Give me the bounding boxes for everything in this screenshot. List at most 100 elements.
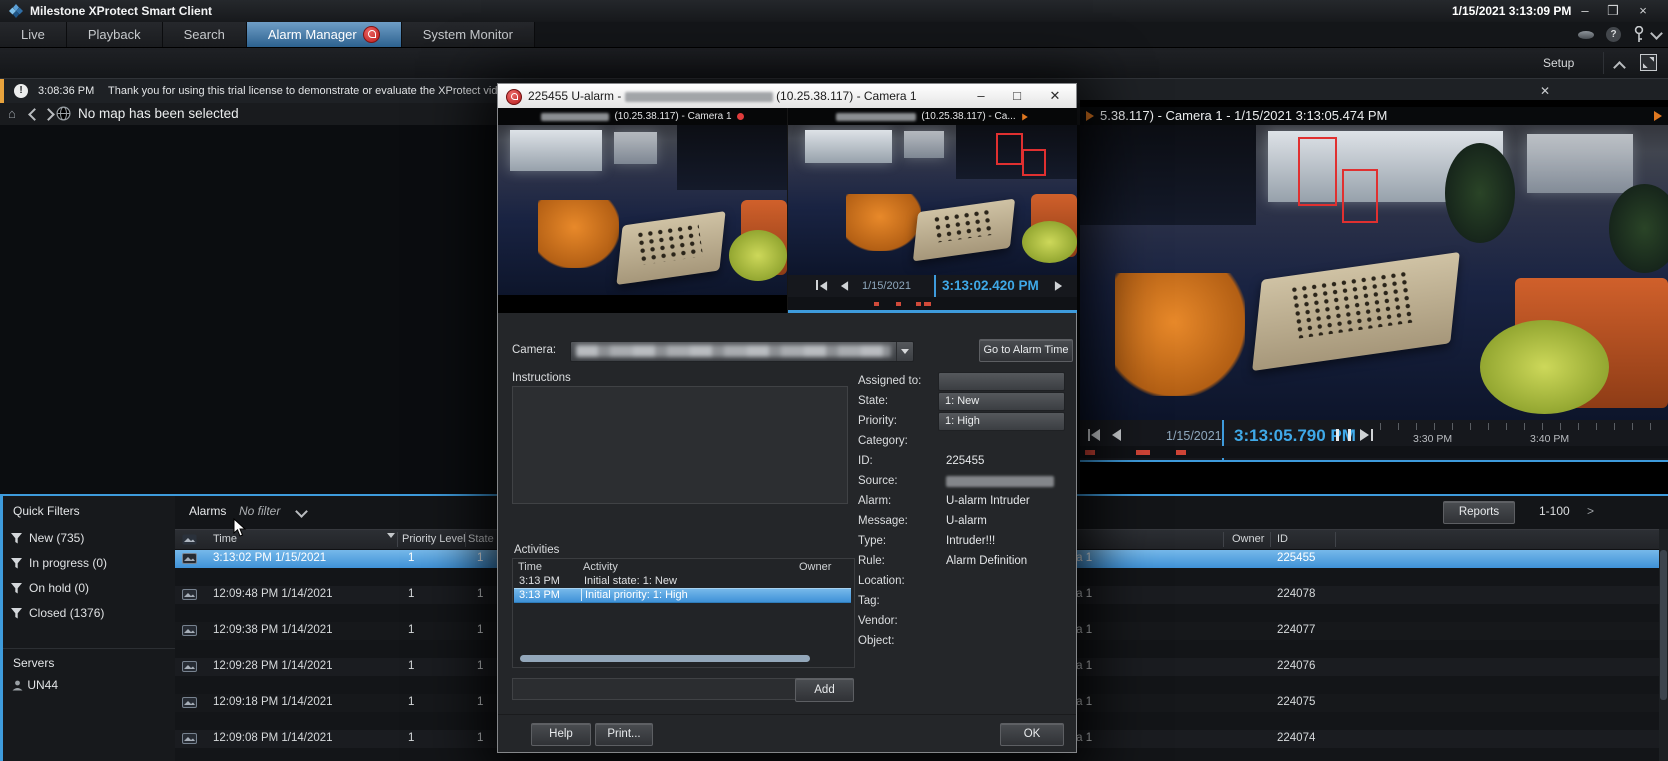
field-select[interactable]	[938, 372, 1065, 391]
dialog-titlebar[interactable]: 225455 U-alarm - (10.25.38.117) - Camera…	[498, 84, 1076, 108]
quick-filter-item[interactable]: On hold (0)	[3, 576, 175, 601]
field-label: State:	[858, 395, 888, 407]
live-camera-image[interactable]	[1080, 125, 1668, 420]
server-item[interactable]: UN44	[11, 678, 58, 692]
filter-selector[interactable]: No filter	[239, 504, 280, 518]
step-forward-icon[interactable]	[1360, 429, 1369, 441]
detail-field: Alarm: U-alarm Intruder U-alarm Intruder	[858, 492, 1063, 512]
field-value: 225455	[946, 455, 984, 467]
dialog-body: (10.25.38.117) - Camera 1	[498, 108, 1076, 752]
next-page-button[interactable]: >	[1587, 504, 1594, 518]
detail-field: ID: 225455 225455	[858, 452, 1063, 472]
minimize-icon[interactable]: –	[1572, 0, 1598, 21]
field-label: Priority:	[858, 415, 897, 427]
cell-priority: 1	[408, 588, 414, 600]
playback-track[interactable]	[788, 297, 1077, 313]
quick-filter-item[interactable]: New (735)	[3, 526, 175, 551]
alarm-detail-dialog: 225455 U-alarm - (10.25.38.117) - Camera…	[497, 83, 1077, 753]
forward-icon[interactable]	[42, 108, 55, 121]
reports-button[interactable]: Reports	[1443, 501, 1515, 524]
cell-id: 224076	[1277, 660, 1315, 672]
workspace-tab[interactable]: Playback	[67, 22, 163, 47]
detail-field: Rule: Alarm Definition Alarm Definition	[858, 552, 1063, 572]
cell-state: 1	[477, 732, 483, 744]
step-forward-icon[interactable]	[1055, 281, 1062, 291]
snapshot-icon	[182, 553, 197, 564]
collapse-icon[interactable]	[1613, 61, 1626, 74]
dialog-maximize-icon[interactable]: □	[1006, 86, 1028, 105]
notification-time: 3:08:36 PM	[38, 85, 94, 97]
workspace-tab[interactable]: Alarm Manager	[247, 22, 402, 47]
alarms-label: Alarms	[189, 504, 226, 518]
add-button[interactable]: Add	[795, 678, 854, 702]
activities-scrollbar[interactable]	[520, 655, 810, 662]
activity-row[interactable]: 3:13 PM Initial state: 1: New	[514, 575, 851, 588]
funnel-icon	[11, 558, 22, 569]
smart-client-window: Milestone XProtect Smart Client 1/15/202…	[0, 0, 1668, 761]
quick-filter-item[interactable]: In progress (0)	[3, 551, 175, 576]
camera-header: (10.25.38.117) - Ca...	[788, 108, 1077, 125]
camera-label: Camera:	[512, 344, 556, 356]
playback-timeline[interactable]: 1/15/2021 3:13:02.420 PM	[788, 275, 1077, 297]
table-scrollbar[interactable]	[1659, 529, 1668, 761]
timeline-date: 1/15/2021	[1166, 429, 1222, 443]
restore-icon[interactable]: ❒	[1600, 0, 1626, 21]
cell-id: 224074	[1277, 732, 1315, 744]
workspace-tab[interactable]: Live	[0, 22, 67, 47]
help-button[interactable]: Help	[531, 723, 591, 746]
dialog-title: 225455 U-alarm - (10.25.38.117) - Camera…	[528, 89, 917, 103]
home-icon[interactable]: ⌂	[8, 106, 16, 121]
instructions-box	[512, 386, 848, 504]
field-select[interactable]: 1: New	[938, 392, 1065, 411]
filter-chevron-icon[interactable]	[295, 505, 308, 518]
field-label: Message:	[858, 515, 908, 527]
key-icon[interactable]	[1633, 26, 1645, 43]
live-timeline[interactable]: 1/15/2021 3:13:05.790 PM 3:30 PM 3:40 PM	[1080, 420, 1668, 462]
detail-field: Object:	[858, 632, 1063, 652]
pause-icon[interactable]	[1336, 429, 1351, 441]
notification-close-icon[interactable]: ✕	[1536, 83, 1554, 99]
timeline-track[interactable]	[1080, 446, 1668, 458]
field-label: ID:	[858, 455, 873, 467]
cell-state: 1	[477, 660, 483, 672]
dialog-minimize-icon[interactable]: –	[970, 86, 992, 105]
ok-button[interactable]: OK	[1000, 723, 1064, 746]
dialog-close-icon[interactable]: ✕	[1044, 86, 1066, 105]
app-title: Milestone XProtect Smart Client	[30, 4, 212, 18]
workspace-tab[interactable]: System Monitor	[402, 22, 535, 47]
alarm-badge-icon	[363, 26, 380, 43]
print-button[interactable]: Print...	[595, 723, 653, 746]
ribbon: Setup	[0, 48, 1668, 78]
servers-title: Servers	[13, 656, 54, 670]
step-back-icon[interactable]	[1112, 429, 1121, 441]
comment-input[interactable]	[512, 678, 798, 700]
cell-state: 1	[477, 624, 483, 636]
sort-desc-icon	[387, 533, 395, 538]
goto-alarm-time-button[interactable]: Go to Alarm Time	[979, 339, 1073, 362]
quick-filter-item[interactable]: Closed (1376)	[3, 601, 175, 626]
cell-id: 224078	[1277, 588, 1315, 600]
close-icon[interactable]: ×	[1630, 0, 1656, 21]
step-back-icon[interactable]	[841, 281, 848, 291]
setup-button[interactable]: Setup	[1543, 56, 1574, 70]
back-icon[interactable]	[28, 108, 41, 121]
live-camera-pane: 5.38.117) - Camera 1 - 1/15/2021 3:13:05…	[1080, 100, 1668, 494]
cell-time: 3:13:02 PM 1/15/2021	[213, 552, 326, 564]
quick-filters-panel: Quick Filters New (735) In progress (0)	[0, 496, 175, 761]
fullscreen-icon[interactable]	[1640, 54, 1657, 71]
detail-field: Location:	[858, 572, 1063, 592]
quick-filters-title: Quick Filters	[13, 504, 80, 518]
help-icon[interactable]: ?	[1606, 27, 1621, 42]
snapshot-icon	[182, 733, 197, 744]
workspace-tab[interactable]: Search	[163, 22, 247, 47]
detection-box	[1022, 149, 1046, 176]
activities-label: Activities	[514, 544, 559, 556]
camera-image[interactable]	[498, 125, 787, 295]
field-select[interactable]: 1: High	[938, 412, 1065, 431]
camera-image[interactable]	[788, 125, 1077, 275]
camera-select[interactable]	[570, 341, 914, 362]
detail-field: Tag:	[858, 592, 1063, 612]
activity-row[interactable]: 3:13 PM Initial priority: 1: High	[514, 588, 851, 603]
playback-indicator-icon	[1086, 111, 1094, 121]
detail-field: State: 1: New 1: New	[858, 392, 1063, 412]
